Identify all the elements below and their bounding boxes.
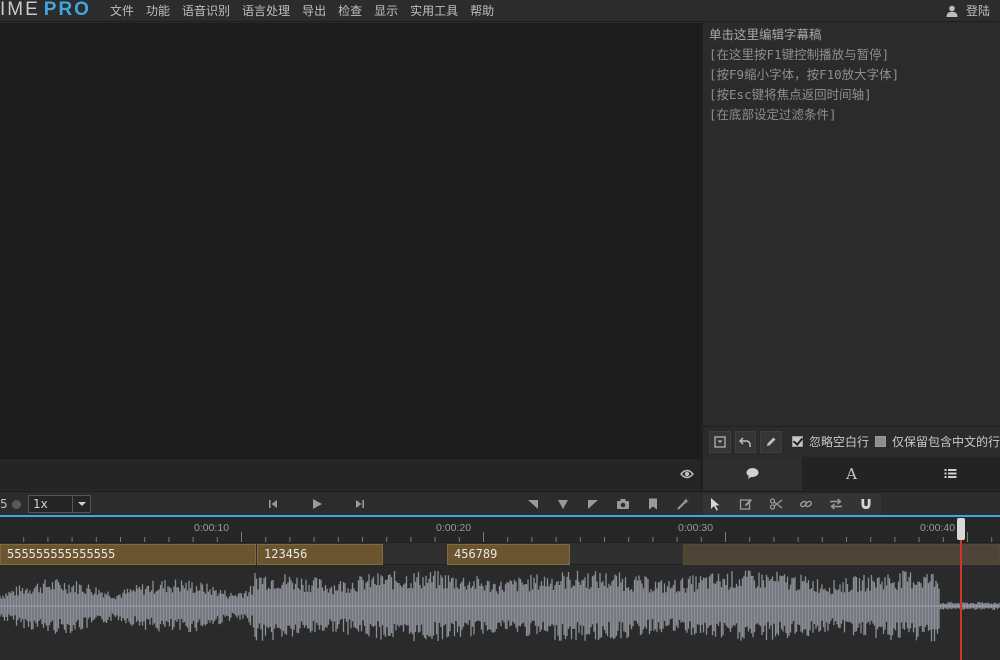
speed-value: 1x [33,497,48,511]
logo-text: IME [0,0,40,20]
edit-button[interactable] [760,430,782,453]
video-preview[interactable] [0,23,700,458]
tab-list[interactable] [901,457,1000,490]
editor-line: [在底部设定过滤条件] [709,107,837,122]
subtitle-segment[interactable]: 123456 [257,544,383,565]
menu-bar: IME PRO 文件 功能 语音识别 语言处理 导出 检查 显示 实用工具 帮助 … [0,0,1000,22]
menu-speech-recognition[interactable]: 语音识别 [182,0,230,22]
frame-number: 5 [0,497,8,511]
tab-subtitles[interactable] [703,457,802,490]
app-logo: IME PRO [0,0,91,22]
subtitle-editor[interactable]: 单击这里编辑字幕稿 [在这里按F1键控制播放与暂停] [按F9缩小字体，按F10… [703,23,1000,425]
keep-chinese-label: 仅保留包含中文的行 [891,435,1000,449]
menu-utilities[interactable]: 实用工具 [410,0,458,22]
menu-display[interactable]: 显示 [374,0,398,22]
ignore-blank-checkbox[interactable]: 忽略空白行 [791,433,869,450]
editor-line: [在这里按F1键控制播放与暂停] [709,47,890,62]
login-button[interactable]: 登陆 [946,0,990,22]
ruler-label: 0:00:20 [436,522,472,534]
chevron-down-icon [72,496,90,512]
speed-select[interactable]: 1x [28,495,91,513]
undo-icon [739,436,752,447]
waveform-graphic [0,570,1000,642]
menu-help[interactable]: 帮助 [470,0,494,22]
list-icon [944,469,957,478]
swap-icon[interactable] [829,497,843,511]
checkbox-unchecked-icon [874,436,886,447]
scissors-icon[interactable] [769,497,783,511]
time-ruler[interactable]: 0:00:10 0:00:20 0:00:30 0:00:40 [0,518,1000,542]
editor-line: [按Esc键将焦点返回时间轴] [709,87,872,102]
video-status-bar [0,458,700,490]
font-icon: A [846,464,857,483]
playhead-handle[interactable] [957,518,965,540]
logo-pro: PRO [43,0,91,20]
ruler-label: 0:00:30 [678,522,714,534]
skip-forward-icon[interactable] [353,497,367,511]
bookmark-icon[interactable] [646,497,660,511]
ruler-label: 0:00:40 [920,522,956,534]
ignore-blank-label: 忽略空白行 [808,435,869,449]
collapse-icon [714,435,726,448]
checkbox-checked-icon [791,436,803,447]
pencil-icon [767,437,776,446]
magic-wand-icon[interactable] [676,497,690,511]
undo-button[interactable] [734,430,757,453]
subtitle-segment-faded[interactable] [683,544,1000,565]
menu-export[interactable]: 导出 [302,0,326,22]
mark-end-icon[interactable] [586,497,600,511]
edit-segment-icon[interactable] [739,497,753,511]
link-icon[interactable] [799,497,813,511]
editor-line: [按F9缩小字体，按F10放大字体] [709,67,900,82]
login-label: 登陆 [965,4,990,18]
collapse-button[interactable] [709,430,731,453]
subtitle-segment[interactable]: 555555555555555 [0,544,256,565]
main-menu: 文件 功能 语音识别 语言处理 导出 检查 显示 实用工具 帮助 [110,0,506,22]
tab-font[interactable]: A [802,457,901,490]
magnet-icon[interactable] [859,497,873,511]
record-dot-icon [12,500,21,509]
play-icon[interactable] [310,497,324,511]
editor-tabs: A [703,457,1000,490]
eye-icon[interactable] [680,468,694,480]
mark-start-icon[interactable] [526,497,540,511]
audio-waveform[interactable] [0,566,1000,660]
subtitle-track[interactable]: 555555555555555 123456 456789 [0,542,1000,565]
skip-back-icon[interactable] [266,497,280,511]
transport-bar: 5 1x [0,491,1000,517]
menu-check[interactable]: 检查 [338,0,362,22]
pointer-icon[interactable] [708,497,722,511]
menu-language-processing[interactable]: 语言处理 [242,0,290,22]
ruler-ticks [23,532,993,542]
mark-current-icon[interactable] [556,497,570,511]
menu-file[interactable]: 文件 [110,0,134,22]
menu-function[interactable]: 功能 [146,0,170,22]
editor-toolbar: 忽略空白行 仅保留包含中文的行 [703,426,1000,456]
tool-group [703,494,881,515]
ruler-label: 0:00:10 [194,522,230,534]
user-icon [946,5,958,17]
editor-line: 单击这里编辑字幕稿 [709,27,822,42]
subtitle-segment[interactable]: 456789 [447,544,570,565]
keep-chinese-checkbox[interactable]: 仅保留包含中文的行 [874,433,1000,450]
comment-icon [746,468,759,479]
camera-icon[interactable] [616,497,630,511]
